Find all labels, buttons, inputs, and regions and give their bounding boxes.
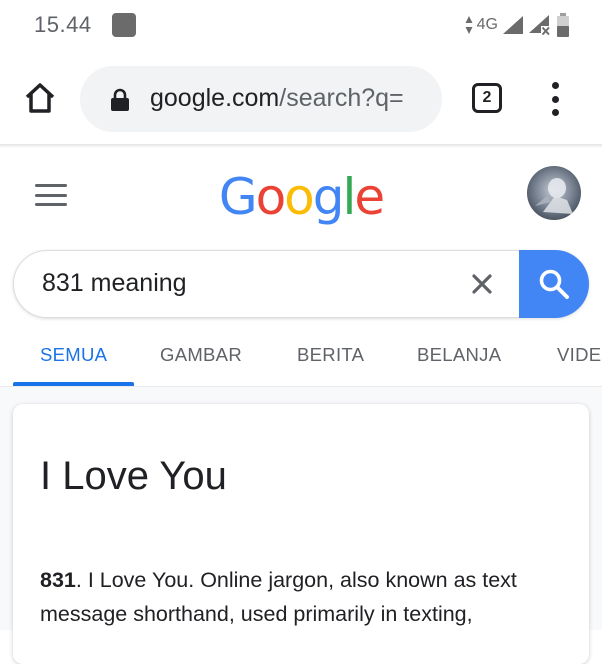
snippet-text-line2: message shorthand, used primarily in tex…	[40, 602, 473, 626]
more-vert-icon[interactable]	[543, 82, 567, 116]
logo-letter: l	[342, 168, 357, 226]
url-domain: google.com	[150, 84, 280, 112]
logo-letter: o	[255, 168, 287, 226]
status-bar: 15.44 4G	[0, 0, 602, 52]
search-input[interactable]: 831 meaning	[42, 269, 187, 298]
toolbar-divider	[0, 144, 602, 148]
tabs-icon[interactable]: 2	[472, 83, 502, 113]
featured-answer-card: I Love You 831. I Love You. Online jargo…	[13, 404, 589, 664]
tab-gambar[interactable]: GAMBAR	[160, 344, 242, 366]
answer-snippet: 831. I Love You. Online jargon, also kno…	[40, 563, 570, 631]
status-indicators: 4G	[465, 13, 570, 37]
lock-icon	[111, 88, 129, 111]
tab-semua[interactable]: SEMUA	[40, 344, 107, 366]
battery-icon	[557, 13, 569, 37]
home-icon[interactable]	[22, 80, 58, 116]
clear-icon[interactable]	[466, 268, 498, 300]
data-arrows-icon	[465, 16, 473, 34]
google-logo[interactable]: Google	[0, 168, 602, 226]
url-text: google.com/search?q=	[150, 84, 404, 113]
logo-letter: e	[354, 168, 385, 226]
network-type: 4G	[476, 16, 498, 33]
snippet-text: . I Love You. Online jargon, also known …	[75, 568, 517, 592]
notification-icon	[112, 13, 136, 37]
signal-no-data-icon	[529, 15, 551, 36]
search-button[interactable]	[519, 250, 589, 318]
logo-letter: G	[218, 168, 258, 226]
logo-letter: g	[312, 168, 345, 226]
search-box: 831 meaning	[13, 250, 589, 318]
url-path: /search?q=	[279, 84, 404, 112]
browser-toolbar: google.com/search?q= 2	[0, 52, 602, 146]
signal-icon	[503, 16, 523, 34]
status-time: 15.44	[34, 12, 92, 37]
search-icon	[539, 269, 569, 299]
search-tabs: SEMUA GAMBAR BERITA BELANJA VIDE	[0, 330, 602, 388]
tab-count: 2	[482, 89, 492, 106]
account-avatar[interactable]	[527, 166, 581, 220]
tab-berita[interactable]: BERITA	[297, 344, 364, 366]
avatar-image	[535, 178, 573, 214]
logo-letter: o	[284, 168, 315, 226]
tab-belanja[interactable]: BELANJA	[417, 344, 501, 366]
tab-video[interactable]: VIDE	[557, 344, 601, 366]
answer-title: I Love You	[40, 454, 227, 498]
snippet-bold: 831	[40, 568, 76, 592]
address-bar[interactable]: google.com/search?q=	[80, 66, 442, 132]
